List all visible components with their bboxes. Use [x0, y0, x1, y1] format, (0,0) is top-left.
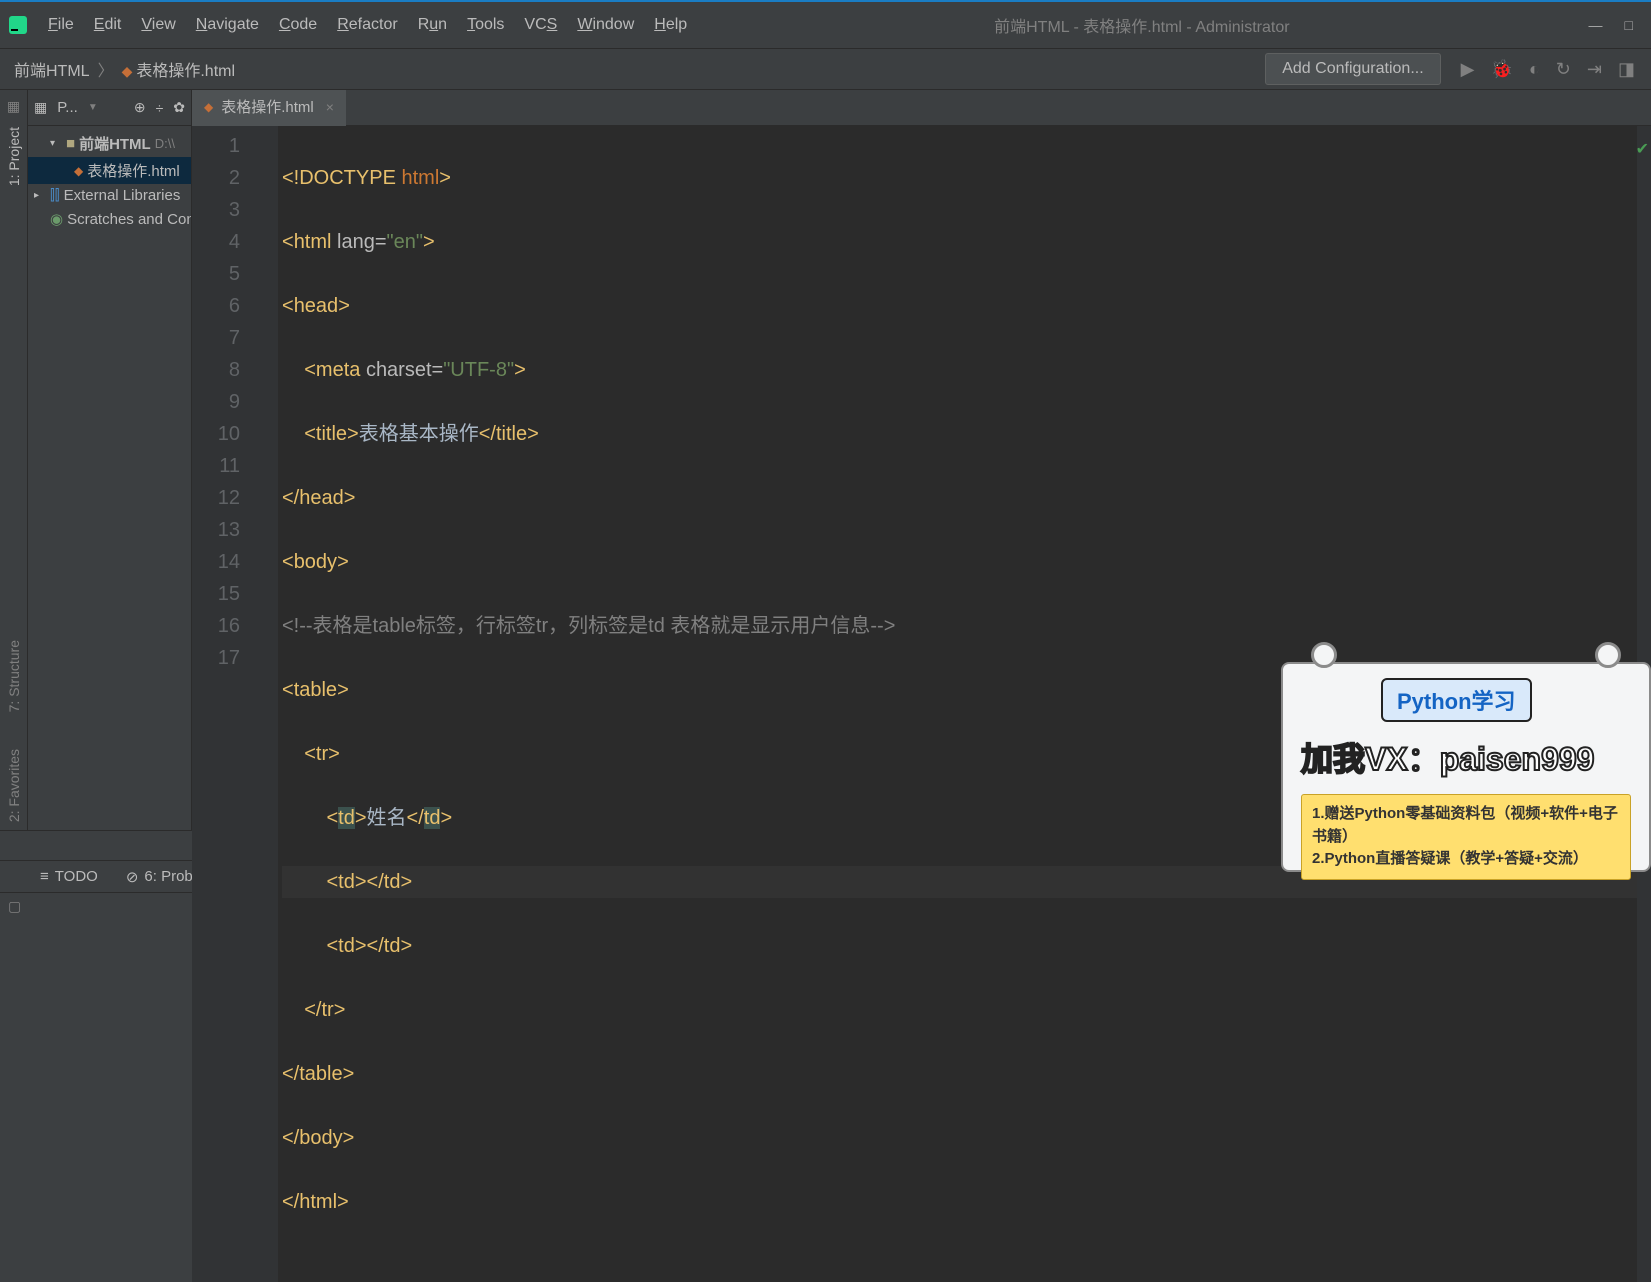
- app-icon: [8, 15, 28, 35]
- menu-file[interactable]: File: [40, 12, 82, 38]
- statusbar-icon[interactable]: ▢: [8, 898, 21, 915]
- tab-label: 表格操作.html: [221, 96, 314, 117]
- menu-help[interactable]: Help: [646, 12, 695, 38]
- menu-bar: File Edit View Navigate Code Refactor Ru…: [40, 12, 695, 38]
- html-file-icon: ◆: [122, 63, 133, 79]
- tree-scratches[interactable]: ◉ Scratches and Consoles: [28, 207, 191, 231]
- stop-icon[interactable]: ⇥: [1587, 59, 1602, 80]
- breadcrumb-sep: 〉: [98, 57, 114, 81]
- breadcrumb-file[interactable]: ◆表格操作.html: [116, 55, 241, 83]
- add-configuration-button[interactable]: Add Configuration...: [1265, 53, 1440, 85]
- minimize-icon[interactable]: —: [1589, 17, 1603, 33]
- library-icon: ⫿⫿: [50, 187, 60, 204]
- project-sidebar: ▦ P... ▼ ⊕ ÷ ✿ ▾ ■ 前端HTML D:\\ ◆ 表格操作.ht…: [28, 90, 192, 830]
- settings-icon[interactable]: ✿: [173, 99, 185, 116]
- menu-refactor[interactable]: Refactor: [329, 12, 405, 38]
- dropdown-icon[interactable]: ▼: [88, 102, 98, 113]
- window-title: 前端HTML - 表格操作.html - Administrator: [695, 13, 1588, 37]
- tree-file-selected[interactable]: ◆ 表格操作.html: [28, 157, 191, 184]
- checkmark-icon: ✔: [1636, 134, 1649, 166]
- promo-headline: 加我VX：paisen999: [1301, 734, 1631, 780]
- menu-run[interactable]: Run: [410, 12, 455, 38]
- todo-tab[interactable]: ≡TODO: [40, 868, 98, 885]
- profile-icon[interactable]: ↻: [1556, 59, 1571, 80]
- menu-window[interactable]: Window: [569, 12, 642, 38]
- left-tool-gutter: ▦ 1: Project 7: Structure 2: Favorites: [0, 90, 28, 830]
- expand-icon[interactable]: ▾: [50, 138, 62, 149]
- problems-icon: ⊘: [126, 868, 139, 886]
- close-tab-icon[interactable]: ×: [326, 99, 334, 115]
- debug-icon[interactable]: 🐞: [1491, 59, 1513, 80]
- html-file-icon: ◆: [204, 100, 213, 114]
- maximize-icon[interactable]: □: [1625, 17, 1633, 33]
- project-tree: ▾ ■ 前端HTML D:\\ ◆ 表格操作.html ▸ ⫿⫿ Externa…: [28, 126, 191, 235]
- clip-icon: [1595, 642, 1621, 668]
- clip-icon: [1311, 642, 1337, 668]
- todo-icon: ≡: [40, 868, 49, 885]
- window-controls: — □: [1589, 17, 1643, 33]
- structure-tool-tab[interactable]: 7: Structure: [6, 632, 22, 720]
- menu-edit[interactable]: Edit: [86, 12, 130, 38]
- html-file-icon: ◆: [74, 164, 83, 178]
- project-view-label[interactable]: P...: [57, 99, 78, 116]
- menu-view[interactable]: View: [133, 12, 183, 38]
- promo-details: 1.赠送Python零基础资料包（视频+软件+电子书籍） 2.Python直播答…: [1301, 794, 1631, 880]
- menu-navigate[interactable]: Navigate: [188, 12, 267, 38]
- coverage-icon[interactable]: ◐: [1529, 59, 1540, 80]
- tree-external-libs[interactable]: ▸ ⫿⫿ External Libraries: [28, 184, 191, 207]
- promo-overlay: Python学习 加我VX：paisen999 1.赠送Python零基础资料包…: [1281, 662, 1651, 872]
- project-view-icon[interactable]: ▦: [34, 99, 47, 116]
- tree-root[interactable]: ▾ ■ 前端HTML D:\\: [28, 130, 191, 157]
- project-tool-icon[interactable]: ▦: [7, 98, 20, 115]
- titlebar: File Edit View Navigate Code Refactor Ru…: [0, 0, 1651, 48]
- editor-tab-active[interactable]: ◆ 表格操作.html ×: [192, 90, 346, 126]
- line-gutter: 12 34 56 78 910 1112 1314 1516 17: [192, 126, 262, 1282]
- promo-badge: Python学习: [1381, 678, 1532, 722]
- project-tool-tab[interactable]: 1: Project: [6, 119, 22, 194]
- favorites-tool-tab[interactable]: 2: Favorites: [6, 741, 22, 830]
- sidebar-header: ▦ P... ▼ ⊕ ÷ ✿: [28, 90, 191, 126]
- navigation-bar: 前端HTML 〉 ◆表格操作.html Add Configuration...…: [0, 48, 1651, 90]
- editor-tabs: ◆ 表格操作.html ×: [192, 90, 1651, 126]
- search-icon[interactable]: ◨: [1618, 59, 1635, 80]
- folder-icon: ■: [66, 135, 75, 152]
- menu-vcs[interactable]: VCS: [516, 12, 565, 38]
- locate-icon[interactable]: ⊕: [134, 99, 146, 116]
- collapse-icon[interactable]: ÷: [156, 100, 164, 116]
- run-icon[interactable]: ▶: [1461, 59, 1475, 80]
- menu-tools[interactable]: Tools: [459, 12, 512, 38]
- menu-code[interactable]: Code: [271, 12, 325, 38]
- expand-icon[interactable]: ▸: [34, 190, 46, 201]
- fold-column: [262, 126, 278, 1282]
- breadcrumb-root[interactable]: 前端HTML: [8, 55, 96, 83]
- scratch-icon: ◉: [50, 210, 63, 228]
